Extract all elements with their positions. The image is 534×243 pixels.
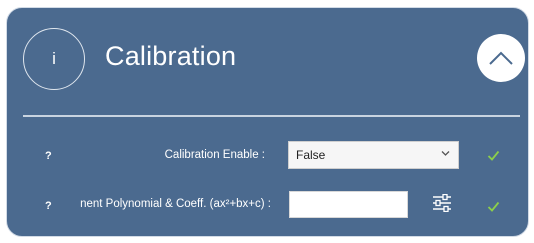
divider: [23, 115, 520, 117]
calibration-enable-label: Calibration Enable :: [164, 149, 265, 161]
select-value: False: [296, 148, 326, 162]
chevron-down-icon: [441, 151, 450, 156]
polynomial-label-container: nent Polynomial & Coeff. (ax²+bx+c) :: [75, 198, 271, 214]
polynomial-coeff-input[interactable]: [289, 191, 408, 218]
calibration-panel: i Calibration ? Calibration Enable : Fal…: [6, 7, 529, 237]
help-button-calibration-enable[interactable]: ?: [45, 150, 52, 162]
info-icon: i: [23, 28, 85, 90]
panel-title: Calibration: [105, 41, 237, 71]
polynomial-coeff-label: nent Polynomial & Coeff. (ax²+bx+c) :: [80, 198, 271, 210]
checkmark-icon: [487, 201, 500, 212]
chevron-up-icon: [489, 51, 513, 65]
collapse-button[interactable]: [477, 34, 525, 82]
help-button-polynomial[interactable]: ?: [45, 200, 52, 212]
checkmark-icon: [487, 150, 500, 161]
calibration-enable-select[interactable]: False: [288, 141, 459, 169]
info-glyph: i: [52, 49, 56, 68]
sliders-settings-icon[interactable]: [432, 194, 452, 212]
